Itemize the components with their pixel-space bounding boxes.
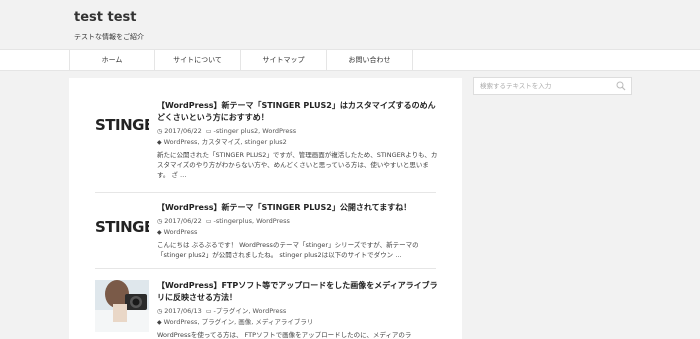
nav-item-home[interactable]: ホーム [69, 50, 155, 70]
post-tags[interactable]: WordPress [164, 228, 198, 236]
camera-icon [95, 280, 149, 332]
post-categories[interactable]: -stingerplus, WordPress [214, 217, 290, 225]
post-thumbnail[interactable]: STINGER [95, 100, 149, 152]
post-tags[interactable]: WordPress, カスタマイズ, stinger plus2 [164, 138, 287, 146]
post-categories[interactable]: -プラグイン, WordPress [214, 307, 287, 315]
post-excerpt: WordPressを使ってる方は、 FTPソフトで画像をアップロードしたのに、メ… [157, 331, 412, 339]
post-meta: ◷ 2017/06/13 ▭ -プラグイン, WordPress [157, 306, 439, 317]
post-divider [95, 268, 436, 269]
post-categories[interactable]: -stinger plus2, WordPress [214, 127, 297, 135]
post-date: 2017/06/13 [164, 307, 202, 315]
folder-icon: ▭ [205, 308, 212, 315]
post-title[interactable]: 【WordPress】新テーマ「STINGER PLUS2」はカスタマイズするの… [157, 100, 439, 124]
thumbnail-text: STINGER [95, 218, 149, 236]
post-meta: ◷ 2017/06/22 ▭ -stingerplus, WordPress [157, 216, 439, 227]
tag-icon: ◆ [157, 319, 162, 326]
site-header: test test テストな情報をご紹介 [0, 0, 700, 50]
nav-item-about[interactable]: サイトについて [155, 50, 241, 70]
main-content: STINGER 【WordPress】新テーマ「STINGER PLUS2」はカ… [69, 78, 462, 339]
tag-icon: ◆ [157, 139, 162, 146]
post-title[interactable]: 【WordPress】FTPソフト等でアップロードをした画像をメディアライブラリ… [157, 280, 439, 304]
tag-icon: ◆ [157, 229, 162, 236]
main-nav: ホーム サイトについて サイトマップ お問い合わせ [0, 49, 700, 71]
clock-icon: ◷ [157, 218, 163, 225]
post-tags[interactable]: WordPress, プラグイン, 画像, メディアライブラリ [164, 318, 314, 326]
post-excerpt: こんにちは ぶるぶるです！ WordPressのテーマ「stinger」シリーズ… [157, 241, 419, 259]
search-input[interactable] [474, 78, 614, 94]
folder-icon: ▭ [205, 218, 212, 225]
post-excerpt: 新たに公開された「STINGER PLUS2」ですが、管理画面が複活したため、S… [157, 151, 438, 179]
post-title[interactable]: 【WordPress】新テーマ「STINGER PLUS2」公開されてますね！ [157, 202, 439, 214]
post-tags-row: ◆ WordPress, プラグイン, 画像, メディアライブラリ [157, 317, 439, 328]
post-tags-row: ◆ WordPress, カスタマイズ, stinger plus2 [157, 137, 439, 148]
clock-icon: ◷ [157, 128, 163, 135]
site-description: テストな情報をご紹介 [74, 33, 144, 41]
post-thumbnail[interactable] [95, 280, 149, 332]
clock-icon: ◷ [157, 308, 163, 315]
thumbnail-text: STINGER [95, 116, 149, 134]
post-thumbnail[interactable]: STINGER [95, 202, 149, 254]
post-divider [95, 192, 436, 193]
folder-icon: ▭ [205, 128, 212, 135]
search-icon[interactable] [616, 81, 626, 91]
post-date: 2017/06/22 [164, 127, 202, 135]
search-box [473, 77, 632, 95]
post-tags-row: ◆ WordPress [157, 227, 439, 238]
nav-item-contact[interactable]: お問い合わせ [327, 50, 413, 70]
site-title[interactable]: test test [74, 10, 137, 25]
post-meta: ◷ 2017/06/22 ▭ -stinger plus2, WordPress [157, 126, 439, 137]
nav-item-sitemap[interactable]: サイトマップ [241, 50, 327, 70]
post-date: 2017/06/22 [164, 217, 202, 225]
